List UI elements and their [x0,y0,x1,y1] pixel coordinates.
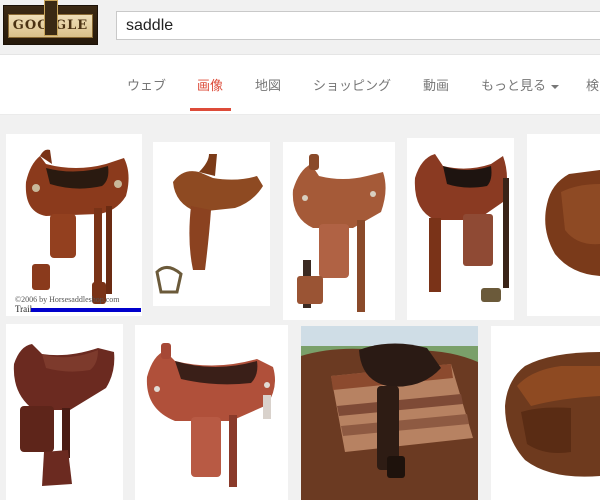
tab-more-label: もっと見る [481,78,547,93]
google-doodle-logo[interactable]: GOO GLE [3,0,98,45]
image-result-8[interactable] [301,326,478,500]
image-watermark: ©2006 by Horsesaddleshop.com [15,295,120,304]
saddle-image-9 [505,352,600,477]
image-result-1[interactable]: ©2006 by Horsesaddleshop.com Trail [6,134,142,316]
selected-image-indicator [31,308,141,312]
image-result-4[interactable] [407,138,514,320]
caret-down-icon [551,84,560,89]
active-tab-indicator [190,108,231,111]
image-result-6[interactable] [6,324,123,500]
search-input[interactable] [117,12,600,39]
tab-search-tools[interactable]: 検 [586,75,599,94]
tab-images[interactable]: 画像 [197,75,223,94]
saddle-image-5 [545,170,600,276]
saddle-image-3 [292,154,386,312]
saddle-image-8 [301,326,478,500]
image-results-grid: ©2006 by Horsesaddleshop.com Trail [0,115,600,500]
tab-maps[interactable]: 地図 [255,75,281,94]
tab-more[interactable]: もっと見る [481,75,560,94]
tab-shopping[interactable]: ショッピング [313,75,391,94]
logo-ornament [44,0,58,36]
search-tabs: ウェブ 画像 地図 ショッピング 動画 もっと見る 検 [0,55,600,115]
search-box[interactable] [116,11,600,40]
tab-videos[interactable]: 動画 [423,75,449,94]
saddle-image-7 [146,343,275,487]
saddle-image-1 [25,149,129,304]
image-caption-label: Trail [15,304,33,314]
saddle-image-2 [155,154,263,294]
image-result-7[interactable] [135,325,288,500]
tab-web[interactable]: ウェブ [127,75,166,94]
search-header: GOO GLE [0,0,600,55]
image-result-3[interactable] [283,142,395,320]
saddle-image-6 [13,344,115,486]
image-result-2[interactable] [153,142,270,306]
image-result-5[interactable] [527,134,600,316]
image-result-9[interactable] [491,326,600,500]
saddle-image-4 [414,154,509,302]
